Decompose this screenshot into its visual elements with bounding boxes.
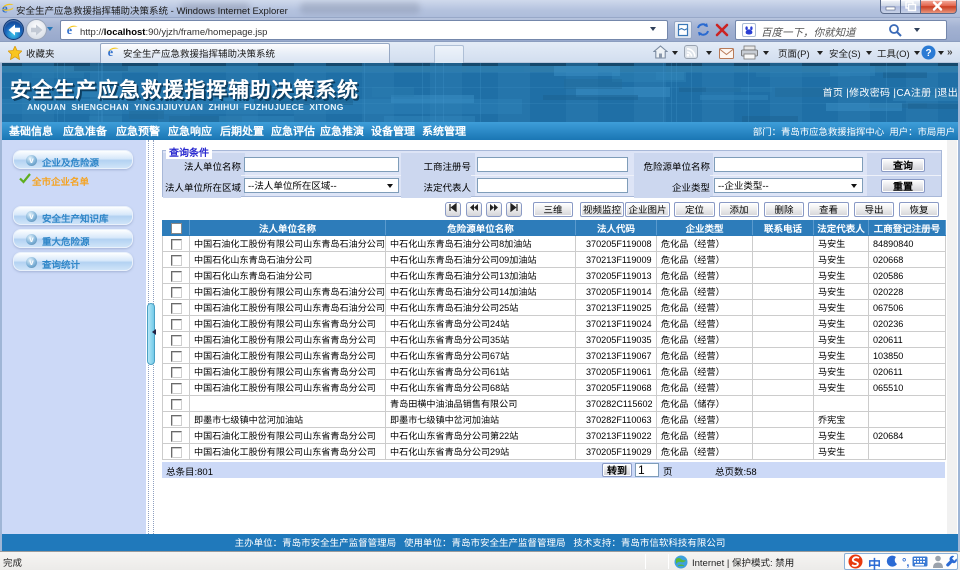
svg-text:e: e — [2, 2, 8, 15]
svg-text:e: e — [67, 24, 73, 36]
svg-text:e: e — [108, 46, 114, 58]
svg-text:?: ? — [925, 48, 931, 59]
